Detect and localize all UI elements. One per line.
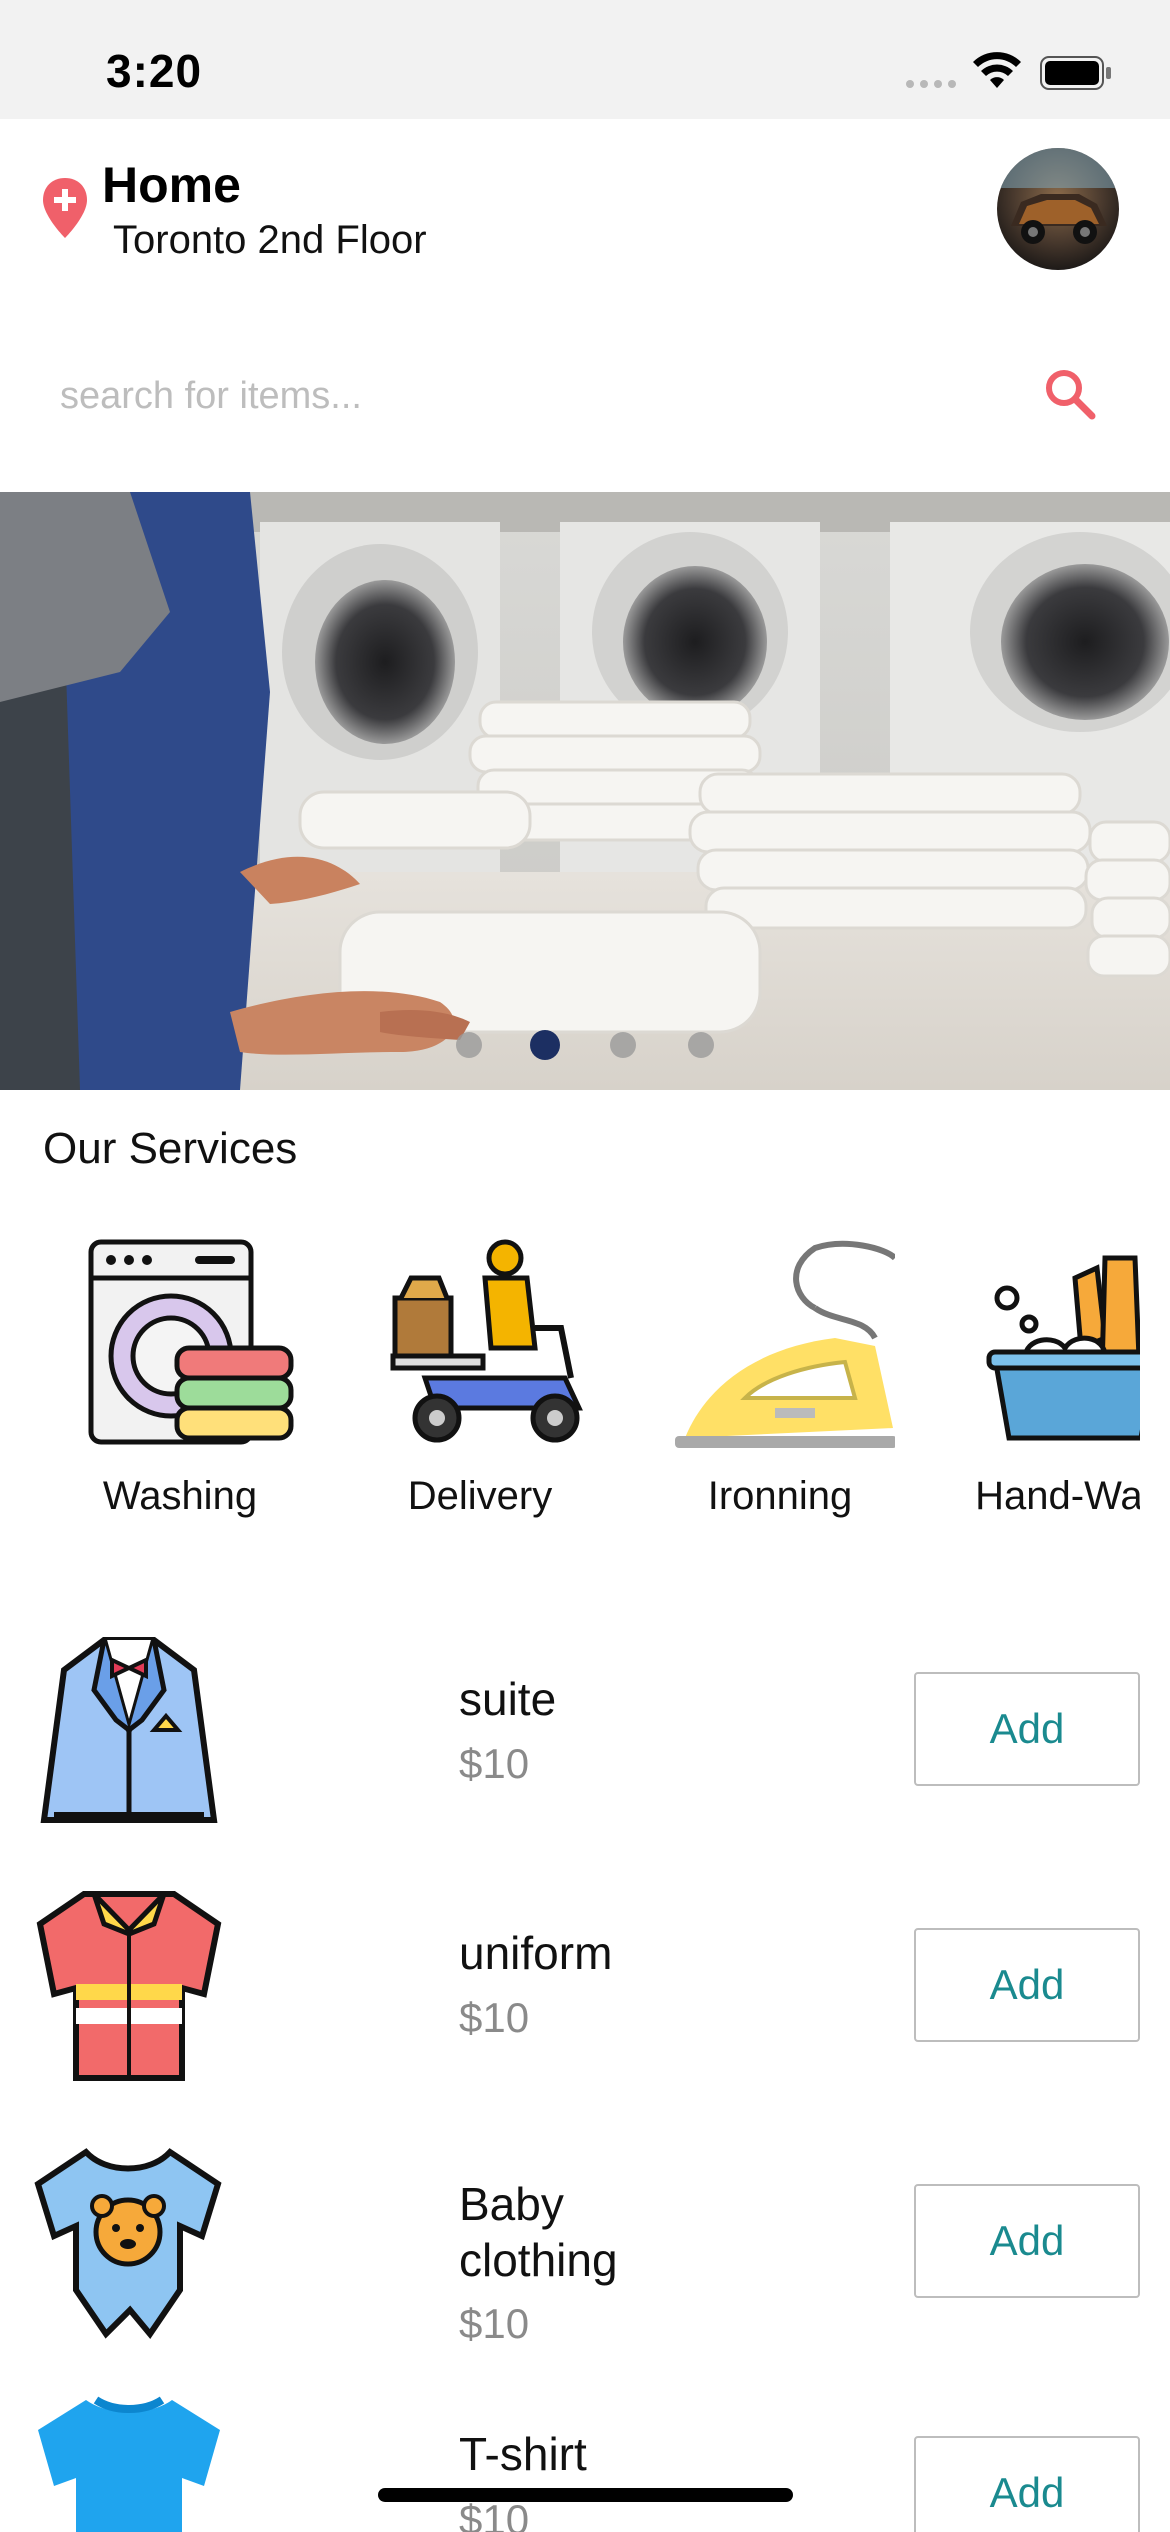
add-button[interactable]: Add <box>914 2436 1140 2532</box>
service-ironing[interactable]: Ironning <box>650 1238 910 1528</box>
home-indicator[interactable] <box>378 2488 793 2502</box>
baby-onesie-icon <box>34 2148 222 2339</box>
banner-dot-3[interactable] <box>610 1032 636 1058</box>
services-title: Our Services <box>43 1124 298 1173</box>
search-input[interactable] <box>60 364 960 428</box>
wifi-icon <box>973 52 1021 88</box>
add-button[interactable]: Add <box>914 2184 1140 2298</box>
services-carousel[interactable]: Washing Delivery Ironning Hand-Wa <box>0 1230 1140 1560</box>
uniform-icon <box>36 1891 222 2081</box>
status-bar: 3:20 <box>0 0 1170 119</box>
banner-dot-2[interactable] <box>530 1030 560 1060</box>
list-item: uniform $10 Add <box>0 1884 1170 2084</box>
service-washing[interactable]: Washing <box>50 1238 310 1528</box>
item-name: uniform <box>459 1927 613 1979</box>
banner-dot-4[interactable] <box>688 1032 714 1058</box>
washing-machine-icon <box>88 1239 294 1445</box>
avatar[interactable] <box>997 148 1119 270</box>
list-item: T-shirt $10 Add <box>0 2394 1170 2532</box>
signal-icon <box>906 80 956 88</box>
add-button[interactable]: Add <box>914 1672 1140 1786</box>
location-title[interactable]: Home <box>102 156 241 214</box>
list-item: suite $10 Add <box>0 1630 1170 1830</box>
item-name: Baby clothing <box>459 2178 618 2286</box>
item-price: $10 <box>459 2300 530 2347</box>
suit-icon <box>40 1637 218 1823</box>
list-item: Baby clothing $10 Add <box>0 2140 1170 2350</box>
delivery-scooter-icon <box>390 1239 583 1443</box>
service-hand-wash[interactable]: Hand-Wash <box>950 1238 1140 1528</box>
item-name: T-shirt <box>459 2428 587 2480</box>
service-delivery[interactable]: Delivery <box>350 1238 610 1528</box>
service-label: Delivery <box>407 1474 553 1518</box>
promo-banner[interactable] <box>0 492 1170 1090</box>
add-button[interactable]: Add <box>914 1928 1140 2042</box>
hand-wash-icon <box>986 1255 1140 1441</box>
item-name: suite <box>459 1673 557 1725</box>
item-price: $10 <box>459 1994 530 2041</box>
service-label: Ironning <box>707 1474 853 1518</box>
search-icon[interactable] <box>1040 364 1100 424</box>
banner-pagination <box>0 1030 1170 1060</box>
location-subtitle[interactable]: Toronto 2nd Floor <box>113 218 427 263</box>
service-label: Washing <box>102 1474 258 1518</box>
item-price: $10 <box>459 1740 530 1787</box>
service-label: Hand-Wash <box>975 1474 1140 1518</box>
status-time: 3:20 <box>106 45 203 97</box>
banner-dot-1[interactable] <box>456 1032 482 1058</box>
location-pin-icon[interactable] <box>40 176 90 240</box>
battery-icon <box>1040 56 1111 90</box>
tshirt-icon <box>38 2396 220 2532</box>
iron-icon <box>675 1240 895 1448</box>
